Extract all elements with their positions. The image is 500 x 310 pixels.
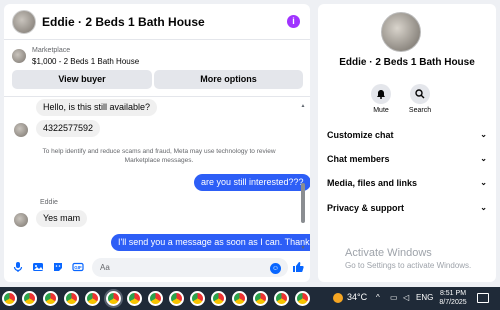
thumbs-up-icon[interactable]: [292, 261, 304, 273]
more-options-button[interactable]: More options: [154, 70, 303, 89]
sender-name: Eddie: [40, 199, 58, 206]
mute-button[interactable]: Mute: [361, 84, 401, 114]
info-icon[interactable]: i: [287, 15, 300, 28]
taskbar: 34°C ^ ▭ ◁ ENG 8:51 PM 8/7/2025: [0, 287, 500, 310]
chrome-icon[interactable]: [274, 291, 289, 306]
search-label: Search: [408, 107, 432, 114]
scroll-up-icon[interactable]: ▲: [300, 103, 306, 109]
chrome-icon[interactable]: [169, 291, 184, 306]
chrome-icon[interactable]: [190, 291, 205, 306]
microphone-icon[interactable]: [12, 261, 24, 273]
image-icon[interactable]: [32, 261, 44, 273]
gif-icon[interactable]: GIF: [72, 261, 84, 273]
info-avatar[interactable]: [381, 12, 421, 52]
chevron-down-icon: ⌄: [480, 178, 487, 187]
chat-panel: Eddie · 2 Beds 1 Bath House i Marketplac…: [4, 4, 310, 282]
section-label: Customize chat: [327, 130, 394, 140]
search-button[interactable]: Search: [400, 84, 440, 114]
language-indicator[interactable]: ENG: [416, 293, 433, 302]
clock-date: 8/7/2025: [439, 299, 467, 306]
search-icon: [410, 84, 430, 104]
sender-avatar[interactable]: [14, 123, 28, 137]
info-title: Eddie · 2 Beds 1 Bath House: [339, 57, 475, 68]
message-incoming: 4322577592: [36, 120, 101, 137]
section-chat-members[interactable]: Chat members ⌄: [327, 150, 487, 168]
message-outgoing: I'll send you a message as soon as I can…: [111, 234, 310, 251]
chrome-icon[interactable]: [148, 291, 163, 306]
section-label: Chat members: [327, 154, 390, 164]
message-input[interactable]: Aa: [92, 258, 288, 277]
listing-thumbnail[interactable]: [12, 49, 26, 63]
volume-icon[interactable]: ◁: [403, 293, 409, 302]
chat-header: Eddie · 2 Beds 1 Bath House i: [4, 4, 310, 40]
section-label: Privacy & support: [327, 203, 405, 213]
message-incoming: Hello, is this still available?: [36, 99, 158, 116]
chevron-down-icon: ⌄: [480, 154, 487, 163]
watermark-subtitle: Go to Settings to activate Windows.: [345, 261, 472, 270]
scroll-down-icon[interactable]: ▼: [300, 245, 306, 251]
section-privacy-support[interactable]: Privacy & support ⌄: [327, 199, 487, 217]
scroll-thumb[interactable]: [301, 183, 305, 223]
temperature: 34°C: [347, 292, 368, 302]
message-scrollbar[interactable]: ▲ ▼: [300, 103, 306, 253]
notification-icon[interactable]: [477, 293, 489, 303]
section-label: Media, files and links: [327, 178, 418, 188]
emoji-icon[interactable]: ☺: [270, 263, 281, 274]
listing-subtitle[interactable]: $1,000 - 2 Beds 1 Bath House: [32, 57, 139, 66]
view-buyer-button[interactable]: View buyer: [12, 70, 152, 89]
chrome-icon[interactable]: [85, 291, 100, 306]
message-list: Hello, is this still available? 43225775…: [4, 96, 310, 252]
message-incoming: Yes mam: [36, 210, 88, 227]
scam-notice: To help identify and reduce scams and fr…: [42, 148, 276, 164]
contact-avatar[interactable]: [12, 10, 36, 34]
chrome-icon[interactable]: [127, 291, 142, 306]
message-outgoing: are you still interested???: [194, 174, 310, 191]
chrome-icon[interactable]: [295, 291, 310, 306]
mute-label: Mute: [373, 107, 389, 114]
sticker-icon[interactable]: [52, 261, 64, 273]
chrome-icon[interactable]: [2, 291, 17, 306]
chevron-down-icon: ⌄: [480, 130, 487, 139]
chat-title[interactable]: Eddie · 2 Beds 1 Bath House: [42, 15, 205, 29]
chrome-icon[interactable]: [106, 291, 121, 306]
chrome-icon[interactable]: [253, 291, 268, 306]
listing-category: Marketplace: [32, 47, 71, 54]
clock-time: 8:51 PM: [439, 290, 467, 297]
chrome-icon[interactable]: [22, 291, 37, 306]
chevron-down-icon: ⌄: [480, 203, 487, 212]
info-panel: Eddie · 2 Beds 1 Bath House Mute Search …: [318, 4, 496, 282]
chrome-icon[interactable]: [43, 291, 58, 306]
sender-avatar[interactable]: [14, 213, 28, 227]
weather-widget[interactable]: 34°C: [333, 292, 367, 303]
watermark-title: Activate Windows: [345, 247, 432, 259]
network-icon[interactable]: ▭: [390, 293, 398, 302]
section-customize-chat[interactable]: Customize chat ⌄: [327, 126, 487, 144]
section-media-files-links[interactable]: Media, files and links ⌄: [327, 174, 487, 192]
chrome-icon[interactable]: [64, 291, 79, 306]
chrome-icon[interactable]: [232, 291, 247, 306]
clock[interactable]: 8:51 PM 8/7/2025: [436, 289, 470, 307]
listing-card: Marketplace $1,000 - 2 Beds 1 Bath House…: [4, 41, 310, 95]
bell-icon: [371, 84, 391, 104]
svg-text:GIF: GIF: [74, 265, 82, 270]
chevron-up-icon[interactable]: ^: [376, 293, 380, 302]
weather-icon: [333, 292, 343, 303]
composer: GIF Aa ☺: [4, 254, 310, 282]
activation-watermark: Activate Windows Go to Settings to activ…: [345, 247, 471, 270]
chrome-icon[interactable]: [211, 291, 226, 306]
